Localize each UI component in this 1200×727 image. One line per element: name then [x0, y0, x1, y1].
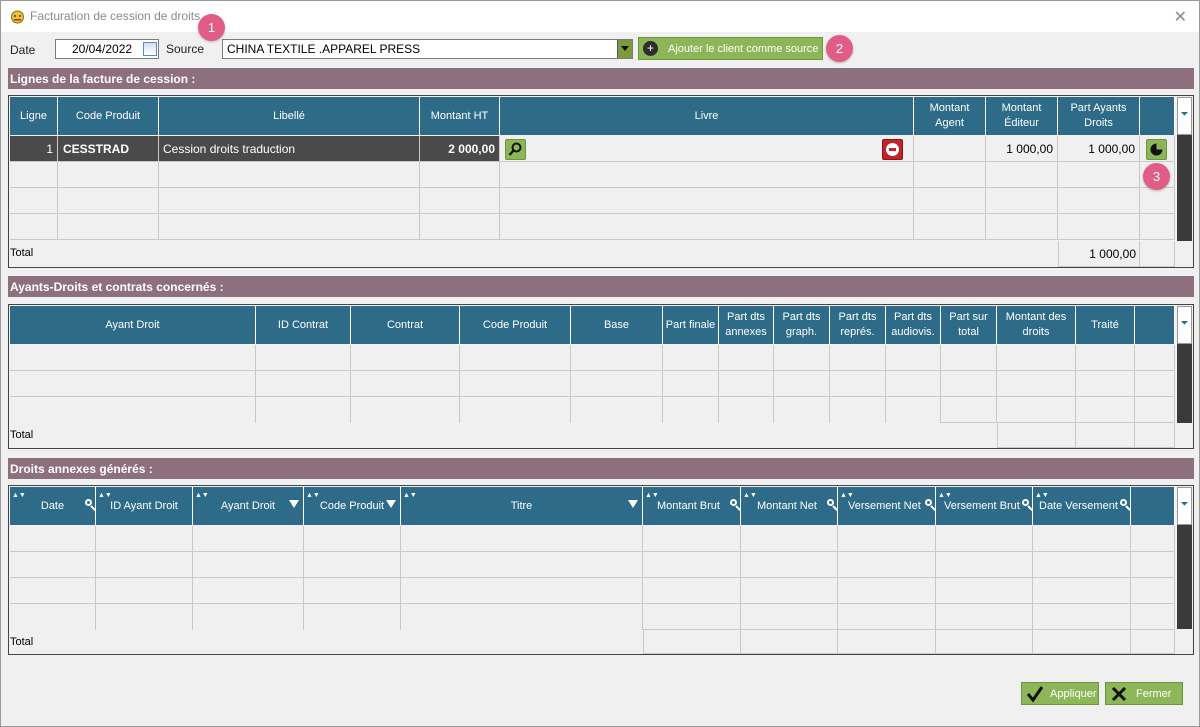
date-input[interactable]: 20/04/2022 — [55, 39, 159, 59]
filter-icon — [628, 500, 638, 508]
date-label: Date — [10, 43, 36, 57]
col-montant-editeur[interactable]: Montant Éditeur — [986, 97, 1058, 135]
callout-marker-3: 3 — [1143, 163, 1170, 190]
col-code-produit[interactable]: ▲▼ Code Produit — [304, 487, 401, 525]
section-ayants-title: Ayants-Droits et contrats concernés : — [8, 276, 1194, 297]
source-select[interactable]: CHINA TEXTILE .APPAREL PRESS — [222, 39, 633, 59]
callout-marker-2: 2 — [826, 35, 853, 62]
col-titre[interactable]: ▲▼ Titre — [401, 487, 643, 525]
column-chooser-icon[interactable]: ⏷ — [1177, 487, 1192, 525]
source-value: CHINA TEXTILE .APPAREL PRESS — [227, 42, 421, 56]
column-chooser-icon[interactable]: ⏷ — [1177, 306, 1192, 344]
filter-icon — [289, 500, 299, 508]
apply-label: Appliquer — [1050, 687, 1097, 700]
col-montant-brut[interactable]: ▲▼ Montant Brut — [643, 487, 741, 525]
section-lignes-title: Lignes de la facture de cession : — [8, 68, 1194, 89]
close-icon[interactable]: ✕ — [1174, 7, 1187, 26]
cell-livre[interactable] — [500, 136, 914, 162]
col-part-finale[interactable]: Part finale — [663, 306, 719, 344]
cell-code: CESSTRAD — [58, 136, 159, 162]
col-livre[interactable]: Livre — [500, 97, 914, 135]
col-part-sur-total[interactable]: Part sur total — [941, 306, 997, 344]
scrollbar[interactable] — [1177, 344, 1192, 423]
col-libelle[interactable]: Libellé — [159, 97, 420, 135]
pie-chart-icon[interactable] — [1146, 139, 1167, 160]
close-button[interactable]: Fermer — [1105, 682, 1183, 705]
cell-montant-ht: 2 000,00 — [420, 136, 500, 162]
ayants-grid: Ayant Droit ID Contrat Contrat Code Prod… — [8, 304, 1194, 449]
col-montant-net[interactable]: ▲▼ Montant Net — [741, 487, 838, 525]
date-value: 20/04/2022 — [72, 42, 133, 56]
cell-action[interactable] — [1140, 136, 1175, 162]
add-client-source-label: Ajouter le client comme source — [668, 42, 819, 55]
scrollbar[interactable] — [1177, 525, 1192, 629]
calendar-icon[interactable] — [143, 42, 157, 56]
col-part-dts-repres[interactable]: Part dts représ. — [830, 306, 886, 344]
window-title: Facturation de cession de droits — [30, 9, 201, 23]
app-icon — [11, 10, 24, 24]
cell-agent — [914, 136, 986, 162]
annexes-grid: ▲▼ Date ▲▼ ID Ayant Droit ▲▼ Ayant Droit ▲▼… — [8, 485, 1194, 655]
col-ligne[interactable]: Ligne — [10, 97, 58, 135]
search-icon — [827, 499, 834, 506]
title-bar: Facturation de cession de droits ✕ — [1, 1, 1199, 32]
annexes-rows — [9, 526, 1175, 630]
search-icon — [925, 499, 932, 506]
search-icon[interactable] — [505, 139, 526, 160]
filter-icon — [386, 500, 396, 508]
apply-button[interactable]: Appliquer — [1021, 682, 1099, 705]
col-part-ayants-droits[interactable]: Part Ayants Droits — [1058, 97, 1140, 135]
search-icon — [1022, 499, 1029, 506]
close-icon — [1111, 686, 1127, 701]
cell-editeur: 1 000,00 — [986, 136, 1058, 162]
col-part-dts-annexes[interactable]: Part dts annexes — [719, 306, 774, 344]
col-versement-net[interactable]: ▲▼ Versement Net — [838, 487, 936, 525]
col-base[interactable]: Base — [571, 306, 663, 344]
col-versement-brut[interactable]: ▲▼ Versement Brut — [936, 487, 1033, 525]
col-date-versement[interactable]: ▲▼ Date Versement — [1033, 487, 1131, 525]
annexes-total-label: Total — [10, 636, 34, 648]
col-id-ayant-droit[interactable]: ▲▼ ID Ayant Droit — [96, 487, 193, 525]
ayants-rows — [9, 345, 1175, 425]
search-icon — [730, 499, 737, 506]
lignes-total-label: Total — [10, 247, 34, 259]
col-code-produit[interactable]: Code Produit — [460, 306, 571, 344]
ayants-total-label: Total — [10, 429, 34, 441]
cell-libelle: Cession droits traduction — [159, 136, 420, 162]
cell-ligne: 1 — [10, 136, 58, 162]
col-traite[interactable]: Traité — [1076, 306, 1135, 344]
dialog-window: Facturation de cession de droits ✕ 1 2 3… — [0, 0, 1200, 727]
col-part-dts-audiovis[interactable]: Part dts audiovis. — [886, 306, 941, 344]
col-id-contrat[interactable]: ID Contrat — [256, 306, 351, 344]
source-label: Source — [166, 42, 205, 56]
checkmark-icon — [1026, 685, 1044, 702]
col-date[interactable]: ▲▼ Date — [10, 487, 96, 525]
col-code-produit[interactable]: Code Produit — [58, 97, 159, 135]
lignes-total-value: 1 000,00 — [1089, 247, 1136, 261]
search-icon — [85, 499, 92, 506]
col-contrat[interactable]: Contrat — [351, 306, 460, 344]
col-part-dts-graph[interactable]: Part dts graph. — [774, 306, 830, 344]
col-action — [1140, 97, 1175, 135]
cell-part: 1 000,00 — [1058, 136, 1140, 162]
lignes-grid: Ligne Code Produit Libellé Montant HT Li… — [8, 95, 1194, 268]
section-annexes-title: Droits annexes générés : — [8, 458, 1194, 479]
remove-icon[interactable] — [882, 139, 903, 160]
callout-marker-1: 1 — [198, 14, 225, 41]
col-montant-des-droits[interactable]: Montant des droits — [997, 306, 1076, 344]
col-ayant-droit[interactable]: ▲▼ Ayant Droit — [193, 487, 304, 525]
close-label: Fermer — [1136, 687, 1172, 700]
plus-icon: + — [643, 41, 658, 56]
chevron-down-icon[interactable] — [617, 40, 632, 58]
add-client-source-button[interactable]: + Ajouter le client comme source — [638, 37, 823, 60]
col-ayant-droit[interactable]: Ayant Droit — [10, 306, 256, 344]
col-montant-ht[interactable]: Montant HT — [420, 97, 500, 135]
scrollbar[interactable] — [1177, 135, 1192, 241]
col-montant-agent[interactable]: Montant Agent — [914, 97, 986, 135]
search-icon — [1120, 499, 1127, 506]
column-chooser-icon[interactable]: ⏷ — [1177, 97, 1192, 135]
